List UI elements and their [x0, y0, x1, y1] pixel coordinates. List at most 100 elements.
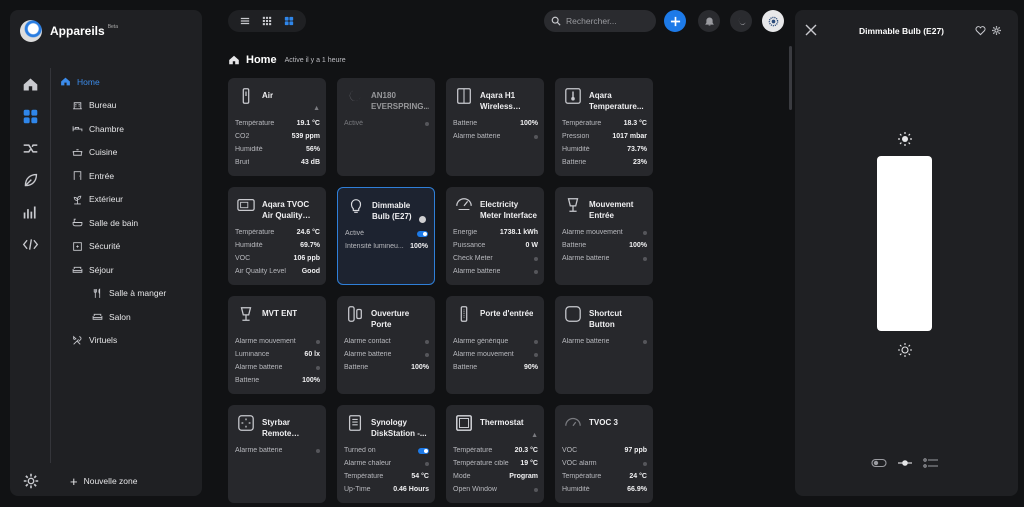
page-header: Home Active il y a 1 heure — [228, 54, 346, 66]
status-dot-icon — [534, 269, 538, 274]
status-dot-icon — [425, 461, 429, 466]
devices-nav-icon[interactable] — [10, 100, 50, 132]
state-row: Batterie 23% — [562, 156, 647, 169]
device-card[interactable]: Aqara H1 Wireless Switc... Batterie 100% Al… — [446, 78, 544, 176]
sidebar-item-virtuels[interactable]: Virtuels — [60, 329, 200, 353]
device-card[interactable]: Shortcut Button Alarme batterie — [555, 296, 653, 394]
status-dot-icon — [425, 121, 429, 126]
state-row: Alarme chaleur — [344, 457, 429, 470]
list-view-icon[interactable] — [238, 14, 252, 28]
state-row: Température 19.1 °C — [235, 117, 320, 130]
sidebar: Appareils Beta Home Bureau Chambre Cuisine E… — [10, 10, 202, 496]
sidebar-item-bureau[interactable]: Bureau — [60, 94, 200, 118]
state-row: VOC 106 ppb — [235, 252, 320, 265]
device-card[interactable]: Aqara Temperature... Température 18.3 °C Pr… — [555, 78, 653, 176]
device-card[interactable]: Air ▲ Température 19.1 °C CO2 539 ppm Humidité… — [228, 78, 326, 176]
large-grid-view-icon[interactable] — [282, 14, 296, 28]
sidebar-item-salle-manger[interactable]: Salle à manger — [60, 282, 200, 306]
state-label: Batterie — [344, 364, 369, 371]
toggle-mode-icon[interactable] — [871, 457, 887, 469]
brightness-slider[interactable] — [877, 156, 932, 331]
sidebar-item-cuisine[interactable]: Cuisine — [60, 141, 200, 165]
device-card[interactable]: MVT ENT Alarme mouvement Luminance 60 lx Ala… — [228, 296, 326, 394]
device-card[interactable]: Mouvement Entrée Alarme mouvement Batterie… — [555, 187, 653, 285]
device-card[interactable]: Synology DiskStation -... Turned on Alarme… — [337, 405, 435, 503]
notifications-button[interactable] — [698, 10, 720, 32]
state-label: Air Quality Level — [235, 268, 286, 275]
search-input[interactable] — [566, 16, 652, 26]
sidebar-item-chambre[interactable]: Chambre — [60, 117, 200, 141]
state-value: 66.9% — [627, 486, 647, 493]
energy-nav-icon[interactable] — [10, 164, 50, 196]
device-card[interactable]: TVOC 3 VOC 97 ppb VOC alarm Température 24 °C… — [555, 405, 653, 503]
sidebar-item-entr-e[interactable]: Entrée — [60, 164, 200, 188]
tools-icon — [73, 335, 82, 345]
state-value: 1017 mbar — [612, 133, 647, 140]
brightness-mode-icon[interactable] — [897, 457, 913, 469]
device-name: Aqara TVOC Air Quality Monitor — [262, 200, 310, 220]
sidebar-item-home[interactable]: Home — [60, 70, 200, 94]
state-row: Activé — [345, 227, 428, 240]
stats-nav-icon[interactable] — [10, 196, 50, 228]
sidebar-item-salon[interactable]: Salon — [60, 305, 200, 329]
scrollbar[interactable] — [789, 46, 792, 110]
brand[interactable]: Appareils Beta — [20, 20, 118, 42]
settings-gear-icon[interactable] — [991, 25, 1002, 36]
state-label: Batterie — [453, 120, 478, 127]
motion-icon — [567, 198, 579, 212]
device-card[interactable]: Dimmable Bulb (E27) Activé Intensité lumin… — [337, 187, 435, 285]
add-button[interactable] — [664, 10, 686, 32]
state-label: Humidité — [235, 242, 263, 249]
monitor-icon — [237, 198, 255, 212]
device-card[interactable]: AN180 EVERSPRING... Activé — [337, 78, 435, 176]
state-label: Open Window — [453, 486, 497, 493]
state-value: 18.3 °C — [623, 120, 647, 127]
state-label: Alarme batterie — [453, 268, 501, 275]
state-row: Batterie 100% — [562, 239, 647, 252]
details-list-icon[interactable] — [923, 457, 939, 469]
close-icon[interactable] — [805, 24, 817, 36]
sidebar-item-label: Salon — [109, 311, 131, 322]
small-grid-view-icon[interactable] — [260, 14, 274, 28]
device-card[interactable]: Styrbar Remote Control Alarme batterie — [228, 405, 326, 503]
home-nav-icon[interactable] — [10, 68, 50, 100]
sidebar-item-salle-de-bain[interactable]: Salle de bain — [60, 211, 200, 235]
switch-icon — [457, 88, 471, 104]
search-box[interactable] — [544, 10, 656, 32]
page-title: Home — [246, 54, 277, 66]
state-label: Alarme chaleur — [344, 460, 392, 467]
state-label: Batterie — [453, 364, 478, 371]
sidebar-item-s-jour[interactable]: Séjour — [60, 258, 200, 282]
state-label: Alarme mouvement — [235, 338, 296, 345]
sidebar-item-s-curit-[interactable]: Sécurité — [60, 235, 200, 259]
on-off-toggle[interactable] — [417, 230, 428, 237]
bed-icon — [72, 126, 83, 132]
state-label: Humidité — [235, 146, 263, 153]
code-nav-icon[interactable] — [10, 228, 50, 260]
contact-icon — [348, 306, 362, 322]
device-card[interactable]: Electricity Meter Interface Énergie 1738.1… — [446, 187, 544, 285]
settings-gear-icon[interactable] — [22, 472, 40, 490]
app-root: Appareils Beta Home Bureau Chambre Cuisine E… — [0, 0, 1024, 507]
user-avatar[interactable] — [762, 10, 784, 32]
sidebar-item-ext-rieur[interactable]: Extérieur — [60, 188, 200, 212]
on-off-toggle[interactable] — [418, 447, 429, 454]
device-card[interactable]: Ouverture Porte Alarme contact Alarme batt… — [337, 296, 435, 394]
automation-nav-icon[interactable] — [10, 132, 50, 164]
state-label: Alarme batterie — [562, 255, 610, 262]
device-name: MVT ENT — [262, 309, 298, 318]
new-zone-button[interactable]: + Nouvelle zone — [70, 475, 137, 488]
state-value: 539 ppm — [291, 133, 320, 140]
state-row: VOC alarm — [562, 457, 647, 470]
theme-toggle-button[interactable] — [730, 10, 752, 32]
device-card[interactable]: Porte d'entrée Alarme générique Alarme mou… — [446, 296, 544, 394]
device-card[interactable]: Aqara TVOC Air Quality Monitor Températur… — [228, 187, 326, 285]
gauge-icon — [565, 417, 581, 427]
state-row: Alarme générique — [453, 335, 538, 348]
state-row: Intensité lumineu... 100% — [345, 240, 428, 253]
state-label: Température — [344, 473, 384, 480]
device-card[interactable]: Thermostat ▲ Température 20.3 °C Température… — [446, 405, 544, 503]
state-row: Alarme batterie — [235, 361, 320, 374]
favorite-heart-icon[interactable] — [975, 25, 986, 36]
state-label: Humidité — [562, 486, 590, 493]
